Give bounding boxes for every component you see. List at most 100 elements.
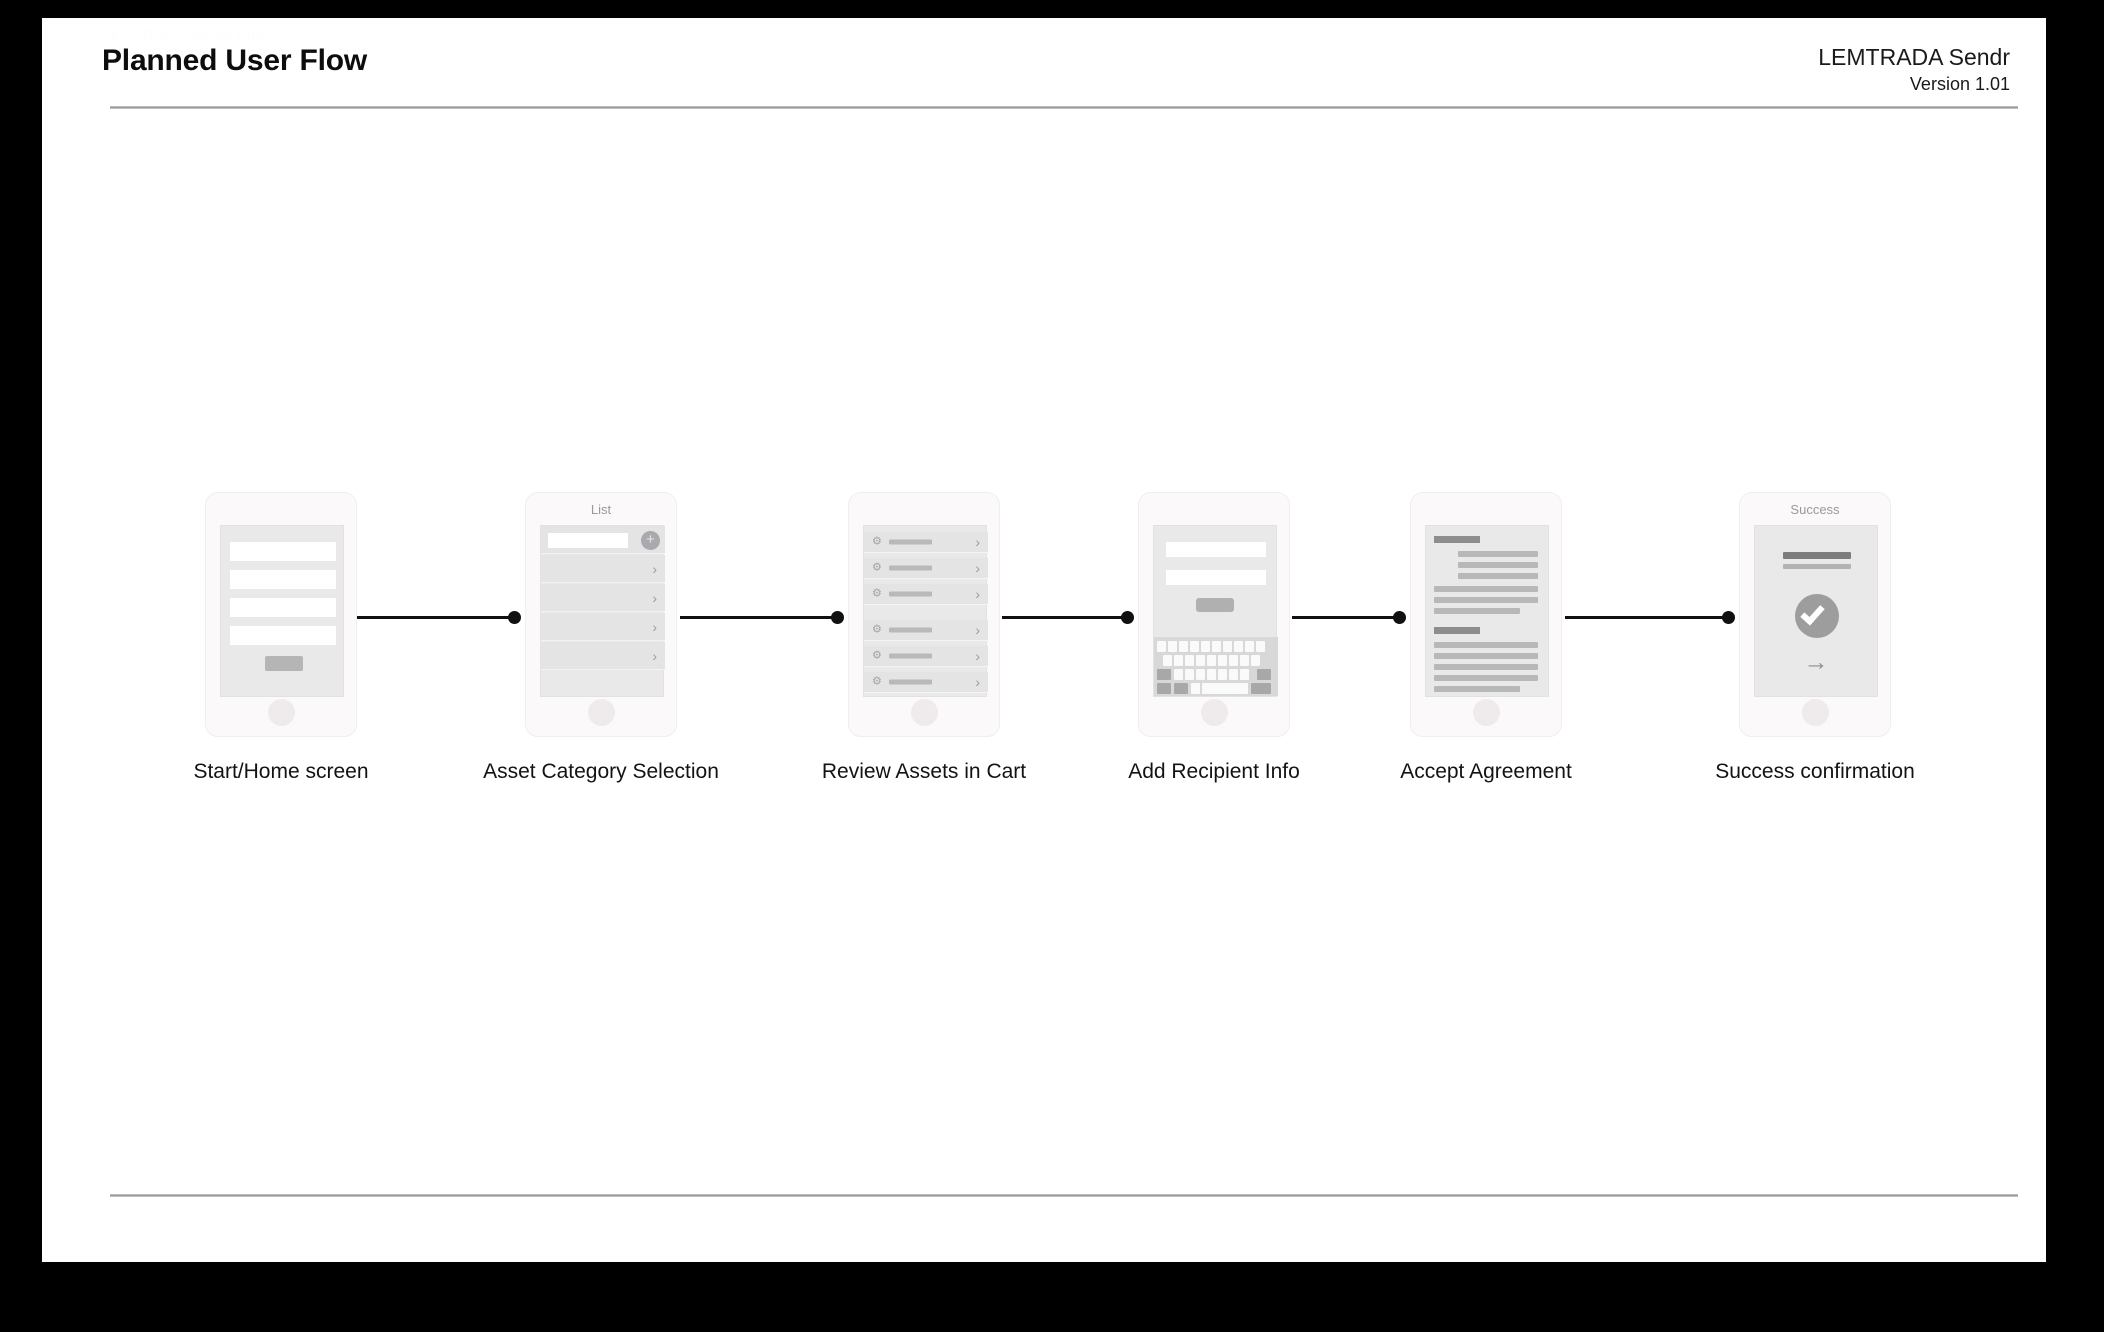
document-line: [1434, 608, 1520, 614]
key[interactable]: [1212, 641, 1221, 652]
screen-success[interactable]: →: [1754, 525, 1878, 697]
list-item[interactable]: ›: [541, 642, 665, 670]
key[interactable]: [1207, 655, 1216, 666]
arrow-right-icon[interactable]: →: [1755, 650, 1877, 675]
screen-title: Success: [1790, 502, 1840, 517]
phone-frame: [1410, 492, 1562, 737]
form-field[interactable]: [230, 542, 336, 561]
cart-item[interactable]: ⚙ ›: [864, 672, 988, 693]
key[interactable]: [1218, 669, 1227, 680]
connector-5: [1565, 611, 1735, 624]
flow-step-accept-agreement[interactable]: Accept Agreement: [1400, 492, 1572, 783]
gear-icon: ⚙: [872, 649, 882, 662]
submit-button[interactable]: [265, 656, 303, 671]
key[interactable]: [1218, 655, 1227, 666]
cart-item[interactable]: ⚙ ›: [864, 646, 988, 667]
recipient-field[interactable]: [1166, 542, 1266, 557]
item-label-placeholder: [889, 565, 932, 571]
item-label-placeholder: [889, 653, 932, 659]
key[interactable]: [1163, 655, 1172, 666]
slide-canvas: LEMTRADA Sendr App Planned User Flow LEM…: [42, 18, 2046, 1262]
key[interactable]: [1229, 669, 1238, 680]
key[interactable]: [1240, 669, 1249, 680]
chevron-right-icon: ›: [975, 586, 980, 602]
flow-step-start-home[interactable]: Start/Home screen: [193, 492, 369, 783]
key[interactable]: [1196, 669, 1205, 680]
connector-1: [357, 611, 521, 624]
keyboard-row: [1157, 669, 1275, 681]
cart-item[interactable]: ⚙ ›: [864, 558, 988, 579]
keyboard-row: [1157, 655, 1275, 667]
home-button-icon: [1473, 699, 1500, 726]
emoji-key[interactable]: [1174, 683, 1188, 694]
flow-step-add-recipient[interactable]: Add Recipient Info: [1128, 492, 1300, 783]
key[interactable]: [1229, 655, 1238, 666]
key[interactable]: [1201, 641, 1210, 652]
user-flow-diagram: Start/Home screen List + › › › › Asset C…: [42, 18, 2046, 1262]
screen-asset-category[interactable]: + › › › ›: [540, 525, 665, 697]
screen-title: List: [590, 502, 612, 517]
key[interactable]: [1196, 655, 1205, 666]
connector-4: [1292, 611, 1406, 624]
success-subline: [1783, 564, 1851, 569]
chevron-right-icon: ›: [652, 560, 657, 577]
form-field[interactable]: [230, 570, 336, 589]
phone-frame: ⚙ › ⚙ › ⚙ › ⚙ › ⚙ › ⚙ ›: [848, 492, 1000, 737]
chevron-right-icon: ›: [975, 560, 980, 576]
list-item[interactable]: ›: [541, 584, 665, 612]
on-screen-keyboard[interactable]: [1154, 637, 1278, 696]
key[interactable]: [1190, 641, 1199, 652]
screen-add-recipient[interactable]: [1153, 525, 1278, 697]
form-field[interactable]: [230, 626, 336, 645]
item-label-placeholder: [889, 591, 932, 597]
key[interactable]: [1245, 641, 1254, 652]
step-caption: Asset Category Selection: [483, 760, 719, 783]
chevron-right-icon: ›: [652, 618, 657, 635]
screen-review-cart[interactable]: ⚙ › ⚙ › ⚙ › ⚙ › ⚙ › ⚙ ›: [863, 525, 988, 697]
key[interactable]: [1185, 655, 1194, 666]
send-button[interactable]: [1196, 598, 1234, 612]
form-field[interactable]: [230, 598, 336, 617]
document-heading: [1434, 627, 1480, 634]
backspace-key[interactable]: [1257, 669, 1271, 680]
key[interactable]: [1251, 655, 1260, 666]
screen-start-home[interactable]: [220, 525, 344, 697]
flow-step-success[interactable]: Success → Success confirmation: [1715, 492, 1915, 783]
numeric-key[interactable]: [1157, 683, 1171, 694]
key[interactable]: [1179, 641, 1188, 652]
key[interactable]: [1168, 641, 1177, 652]
key[interactable]: [1207, 669, 1216, 680]
space-key[interactable]: [1202, 683, 1248, 694]
key[interactable]: [1157, 641, 1166, 652]
search-input[interactable]: [548, 533, 628, 548]
list-item[interactable]: ›: [541, 555, 665, 583]
item-label-placeholder: [889, 627, 932, 633]
plus-icon[interactable]: +: [641, 531, 660, 550]
phone-frame: List + › › › ›: [525, 492, 677, 737]
document-line: [1458, 573, 1538, 579]
key[interactable]: [1174, 655, 1183, 666]
gear-icon: ⚙: [872, 587, 882, 600]
cart-item[interactable]: ⚙ ›: [864, 620, 988, 641]
flow-step-asset-category[interactable]: List + › › › › Asset Category Selection: [483, 492, 719, 783]
key[interactable]: [1240, 655, 1249, 666]
cart-item[interactable]: ⚙ ›: [864, 532, 988, 553]
key[interactable]: [1223, 641, 1232, 652]
recipient-field[interactable]: [1166, 570, 1266, 585]
flow-step-review-cart[interactable]: ⚙ › ⚙ › ⚙ › ⚙ › ⚙ › ⚙ › Review Assets in…: [822, 492, 1026, 783]
return-key[interactable]: [1251, 683, 1271, 694]
screen-accept-agreement[interactable]: [1425, 525, 1549, 697]
key[interactable]: [1256, 641, 1265, 652]
list-item[interactable]: ›: [541, 613, 665, 641]
key[interactable]: [1191, 683, 1200, 694]
shift-key[interactable]: [1157, 669, 1171, 680]
item-label-placeholder: [889, 679, 932, 685]
cart-item[interactable]: ⚙ ›: [864, 584, 988, 605]
key[interactable]: [1185, 669, 1194, 680]
key[interactable]: [1174, 669, 1183, 680]
document-line: [1458, 562, 1538, 568]
chevron-right-icon: ›: [652, 647, 657, 664]
gear-icon: ⚙: [872, 623, 882, 636]
step-caption: Start/Home screen: [193, 760, 369, 783]
key[interactable]: [1234, 641, 1243, 652]
